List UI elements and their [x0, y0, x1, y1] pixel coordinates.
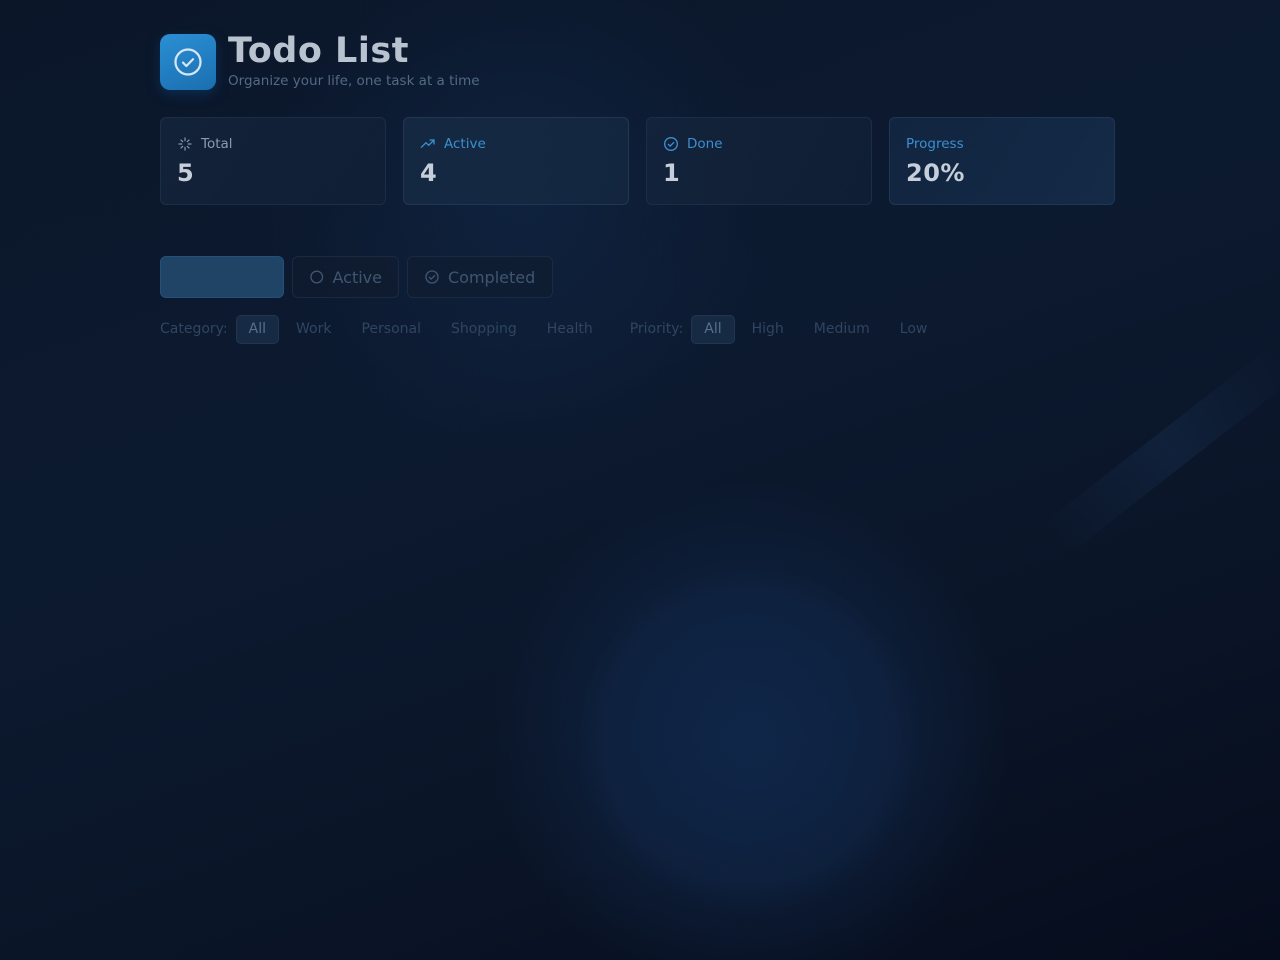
stat-value: 20%: [906, 159, 965, 187]
stat-card-active: Active 4: [403, 117, 629, 205]
title-block: Todo List Organize your life, one task a…: [228, 32, 480, 89]
status-tabs: Active Completed: [160, 256, 553, 298]
stat-value: 5: [177, 159, 195, 187]
stat-label: Total: [201, 136, 233, 152]
category-chip-personal[interactable]: Personal: [348, 315, 434, 344]
circle-icon: [310, 270, 324, 284]
category-chip-work[interactable]: Work: [283, 315, 344, 344]
app-logo: [160, 34, 216, 90]
tab-completed[interactable]: Completed: [407, 256, 553, 298]
check-circle-icon: [425, 270, 439, 284]
stat-value: 1: [663, 159, 681, 187]
trending-up-icon: [420, 139, 435, 148]
tab-active[interactable]: Active: [292, 256, 399, 298]
stats-row: Total 5 Active 4 Done 1 Progress 20%: [160, 117, 1115, 205]
sparkles-icon: [178, 137, 192, 151]
page-title: Todo List: [228, 30, 409, 71]
category-filter-label: Category:: [160, 321, 228, 337]
tab-active-label: Active: [332, 267, 383, 287]
check-circle-icon: [174, 48, 202, 76]
filter-bar: Category: All Work Personal Shopping Hea…: [160, 314, 944, 344]
priority-chip-low[interactable]: Low: [887, 315, 941, 344]
check-circle-icon: [664, 137, 678, 151]
priority-chip-medium[interactable]: Medium: [801, 315, 883, 344]
stat-value: 4: [420, 159, 438, 187]
category-chip-all[interactable]: All: [235, 314, 280, 344]
stat-card-progress: Progress 20%: [889, 117, 1115, 205]
category-chip-shopping[interactable]: Shopping: [438, 315, 530, 344]
app-header: Todo List Organize your life, one task a…: [160, 32, 480, 90]
category-chip-health[interactable]: Health: [534, 315, 606, 344]
stat-label: Done: [687, 136, 723, 152]
stat-label: Progress: [906, 136, 964, 152]
tab-all[interactable]: [160, 256, 284, 298]
priority-chip-high[interactable]: High: [739, 315, 797, 344]
background-orb: [580, 570, 920, 910]
page-subtitle: Organize your life, one task at a time: [228, 72, 480, 89]
stat-label: Active: [444, 136, 486, 152]
priority-filter-label: Priority:: [629, 321, 684, 337]
priority-chip-all[interactable]: All: [691, 314, 735, 344]
tab-completed-label: Completed: [448, 267, 536, 287]
stat-card-total: Total 5: [160, 117, 386, 205]
stat-card-done: Done 1: [646, 117, 872, 205]
background-streak: [1039, 341, 1280, 559]
